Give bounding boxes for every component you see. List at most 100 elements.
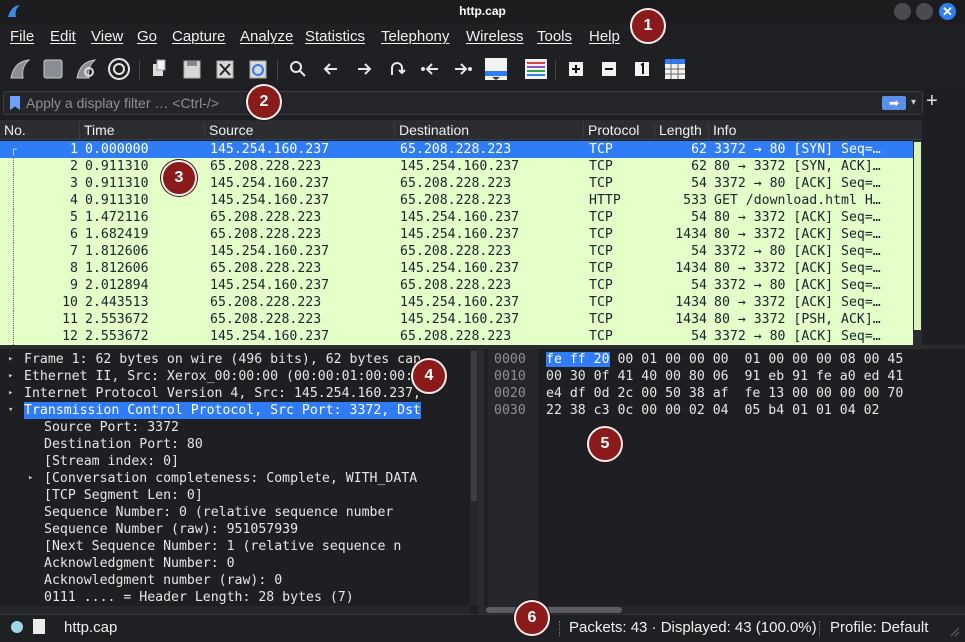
scrollbar-thumb[interactable] xyxy=(471,351,477,501)
detail-tree-item[interactable]: ▸ [Conversation completeness: Complete, W… xyxy=(0,470,470,487)
menu-tools[interactable]: Tools xyxy=(537,28,572,45)
menu-file[interactable]: File xyxy=(10,28,34,45)
column-header-info[interactable]: Info xyxy=(708,122,736,140)
scrollbar-thumb[interactable] xyxy=(914,142,921,330)
column-header-destination[interactable]: Destination xyxy=(394,122,469,140)
collapsed-arrow-icon[interactable]: ▸ xyxy=(8,385,13,402)
close-file-icon[interactable] xyxy=(212,56,238,82)
cell-destination: 145.254.160.237 xyxy=(400,227,520,242)
collapsed-arrow-icon[interactable]: ▸ xyxy=(28,470,33,487)
stop-capture-icon[interactable] xyxy=(40,56,66,82)
column-header-protocol[interactable]: Protocol xyxy=(583,122,639,140)
detail-tree-item[interactable]: Sequence Number: 0 (relative sequence nu… xyxy=(0,504,470,521)
menu-analyze[interactable]: Analyze xyxy=(240,28,293,45)
packet-row[interactable]: 10 2.443513 65.208.228.223 145.254.160.237 T… xyxy=(0,294,913,311)
details-scrollbar[interactable] xyxy=(470,349,478,606)
detail-tree-item[interactable]: Acknowledgment Number: 0 xyxy=(0,555,470,572)
packet-row[interactable]: 12 2.553672 145.254.160.237 65.208.228.223 T… xyxy=(0,328,913,345)
zoom-in-icon[interactable] xyxy=(563,56,589,82)
packet-row[interactable]: 7 1.812606 145.254.160.237 65.208.228.223 TC… xyxy=(0,243,913,260)
expanded-arrow-icon[interactable]: ▾ xyxy=(8,402,13,419)
detail-tree-item[interactable]: Sequence Number (raw): 951057939 xyxy=(0,521,470,538)
display-filter-input[interactable] xyxy=(26,93,846,113)
go-forward-icon[interactable] xyxy=(351,56,377,82)
collapsed-arrow-icon[interactable]: ▸ xyxy=(8,351,13,368)
menu-go[interactable]: Go xyxy=(137,28,157,45)
column-header-no[interactable]: No. xyxy=(0,122,26,140)
packet-row[interactable]: 3 0.911310 145.254.160.237 65.208.228.223 TC… xyxy=(0,175,913,192)
go-back-icon[interactable] xyxy=(318,56,344,82)
bytes-horizontal-scrollbar[interactable] xyxy=(484,606,965,614)
detail-tree-item[interactable]: 0111 .... = Header Length: 28 bytes (7) xyxy=(0,589,470,606)
column-header-time[interactable]: Time xyxy=(79,122,115,140)
capture-comment-icon[interactable] xyxy=(33,619,45,634)
packet-row[interactable]: 4 0.911310 145.254.160.237 65.208.228.223 HT… xyxy=(0,192,913,209)
packet-row[interactable]: 2 0.911310 65.208.228.223 145.254.160.237 TC… xyxy=(0,158,913,175)
autoscroll-icon[interactable] xyxy=(483,56,509,82)
detail-tree-item[interactable]: ▸ Internet Protocol Version 4, Src: 145.2… xyxy=(0,385,470,402)
packet-row[interactable]: 1 0.000000 145.254.160.237 65.208.228.223 TC… xyxy=(0,141,913,158)
hex-bytes-line[interactable]: e4 df 0d 2c 00 50 38 af fe 13 00 00 00 0… xyxy=(546,385,903,402)
hex-bytes-line[interactable]: fe ff 20 00 01 00 00 00 01 00 00 00 08 0… xyxy=(546,351,903,368)
scrollbar-thumb[interactable] xyxy=(486,607,622,613)
resize-grip-icon[interactable] xyxy=(950,627,960,637)
menu-telephony[interactable]: Telephony xyxy=(381,28,449,45)
cell-length: 533 xyxy=(683,193,707,208)
packet-row[interactable]: 11 2.553672 65.208.228.223 145.254.160.237 T… xyxy=(0,311,913,328)
detail-tree-item[interactable]: Acknowledgment number (raw): 0 xyxy=(0,572,470,589)
detail-tree-item[interactable]: ▸ Ethernet II, Src: Xerox_00:00:00 (00:00… xyxy=(0,368,470,385)
details-horizontal-scrollbar[interactable] xyxy=(0,606,470,614)
close-window-button[interactable]: ✕ xyxy=(939,3,956,20)
resize-columns-icon[interactable] xyxy=(662,56,688,82)
detail-tree-item[interactable]: Source Port: 3372 xyxy=(0,419,470,436)
first-packet-icon[interactable] xyxy=(417,56,443,82)
packet-list-scrollbar[interactable] xyxy=(913,140,922,345)
open-file-icon[interactable] xyxy=(146,56,172,82)
detail-tree-item[interactable]: ▸ Frame 1: 62 bytes on wire (496 bits), 6… xyxy=(0,351,470,368)
expert-info-icon[interactable] xyxy=(11,621,23,633)
collapsed-arrow-icon[interactable]: ▸ xyxy=(8,368,13,385)
detail-tree-item[interactable]: [TCP Segment Len: 0] xyxy=(0,487,470,504)
packet-row[interactable]: 6 1.682419 65.208.228.223 145.254.160.237 TC… xyxy=(0,226,913,243)
detail-tree-item[interactable]: Destination Port: 80 xyxy=(0,436,470,453)
last-packet-icon[interactable] xyxy=(450,56,476,82)
highlighted-bytes[interactable]: fe ff 20 xyxy=(546,352,610,367)
bookmark-icon[interactable] xyxy=(10,96,20,110)
minimize-button[interactable] xyxy=(894,3,911,20)
status-profile[interactable]: Profile: Default xyxy=(830,619,928,636)
column-header-length[interactable]: Length xyxy=(654,122,702,140)
hex-bytes-line[interactable]: 22 38 c3 0c 00 00 02 04 05 b4 01 01 04 0… xyxy=(546,402,879,419)
detail-tree-item[interactable]: [Next Sequence Number: 1 (relative seque… xyxy=(0,538,470,555)
packet-row[interactable]: 5 1.472116 65.208.228.223 145.254.160.237 TC… xyxy=(0,209,913,226)
menu-capture[interactable]: Capture xyxy=(172,28,225,45)
normal-size-icon[interactable] xyxy=(629,56,655,82)
zoom-out-icon[interactable] xyxy=(596,56,622,82)
menu-statistics[interactable]: Statistics xyxy=(305,28,365,45)
filter-history-dropdown[interactable]: ▾ xyxy=(911,97,916,108)
column-header-source[interactable]: Source xyxy=(204,122,253,140)
detail-tree-label: [Next Sequence Number: 1 (relative seque… xyxy=(44,539,402,554)
detail-tree-item[interactable]: ▾ Transmission Control Protocol, Src Port… xyxy=(0,402,470,419)
menu-wireless[interactable]: Wireless xyxy=(466,28,524,45)
reload-file-icon[interactable] xyxy=(245,56,271,82)
packet-row[interactable]: 9 2.012894 145.254.160.237 65.208.228.223 TC… xyxy=(0,277,913,294)
menu-edit[interactable]: Edit xyxy=(50,28,76,45)
go-to-packet-icon[interactable] xyxy=(384,56,410,82)
apply-filter-button[interactable]: ➡ xyxy=(882,96,906,110)
capture-options-icon[interactable] xyxy=(106,56,132,82)
menu-help[interactable]: Help xyxy=(589,28,620,45)
detail-tree-item[interactable]: [Stream index: 0] xyxy=(0,453,470,470)
colorize-icon[interactable] xyxy=(523,56,549,82)
packet-row[interactable]: 8 1.812606 65.208.228.223 145.254.160.237 TC… xyxy=(0,260,913,277)
start-capture-icon[interactable] xyxy=(7,56,33,82)
cell-length: 1434 xyxy=(675,312,707,327)
maximize-button[interactable] xyxy=(916,3,933,20)
callout-marker: 1 xyxy=(630,8,666,44)
detail-tree-label: Acknowledgment Number: 0 xyxy=(44,556,235,571)
hex-bytes-line[interactable]: 00 30 0f 41 40 00 80 06 91 eb 91 fe a0 e… xyxy=(546,368,903,385)
menu-view[interactable]: View xyxy=(91,28,123,45)
find-packet-icon[interactable] xyxy=(285,56,311,82)
save-file-icon[interactable] xyxy=(179,56,205,82)
restart-capture-icon[interactable] xyxy=(73,56,99,82)
add-filter-button[interactable]: + xyxy=(926,90,938,112)
